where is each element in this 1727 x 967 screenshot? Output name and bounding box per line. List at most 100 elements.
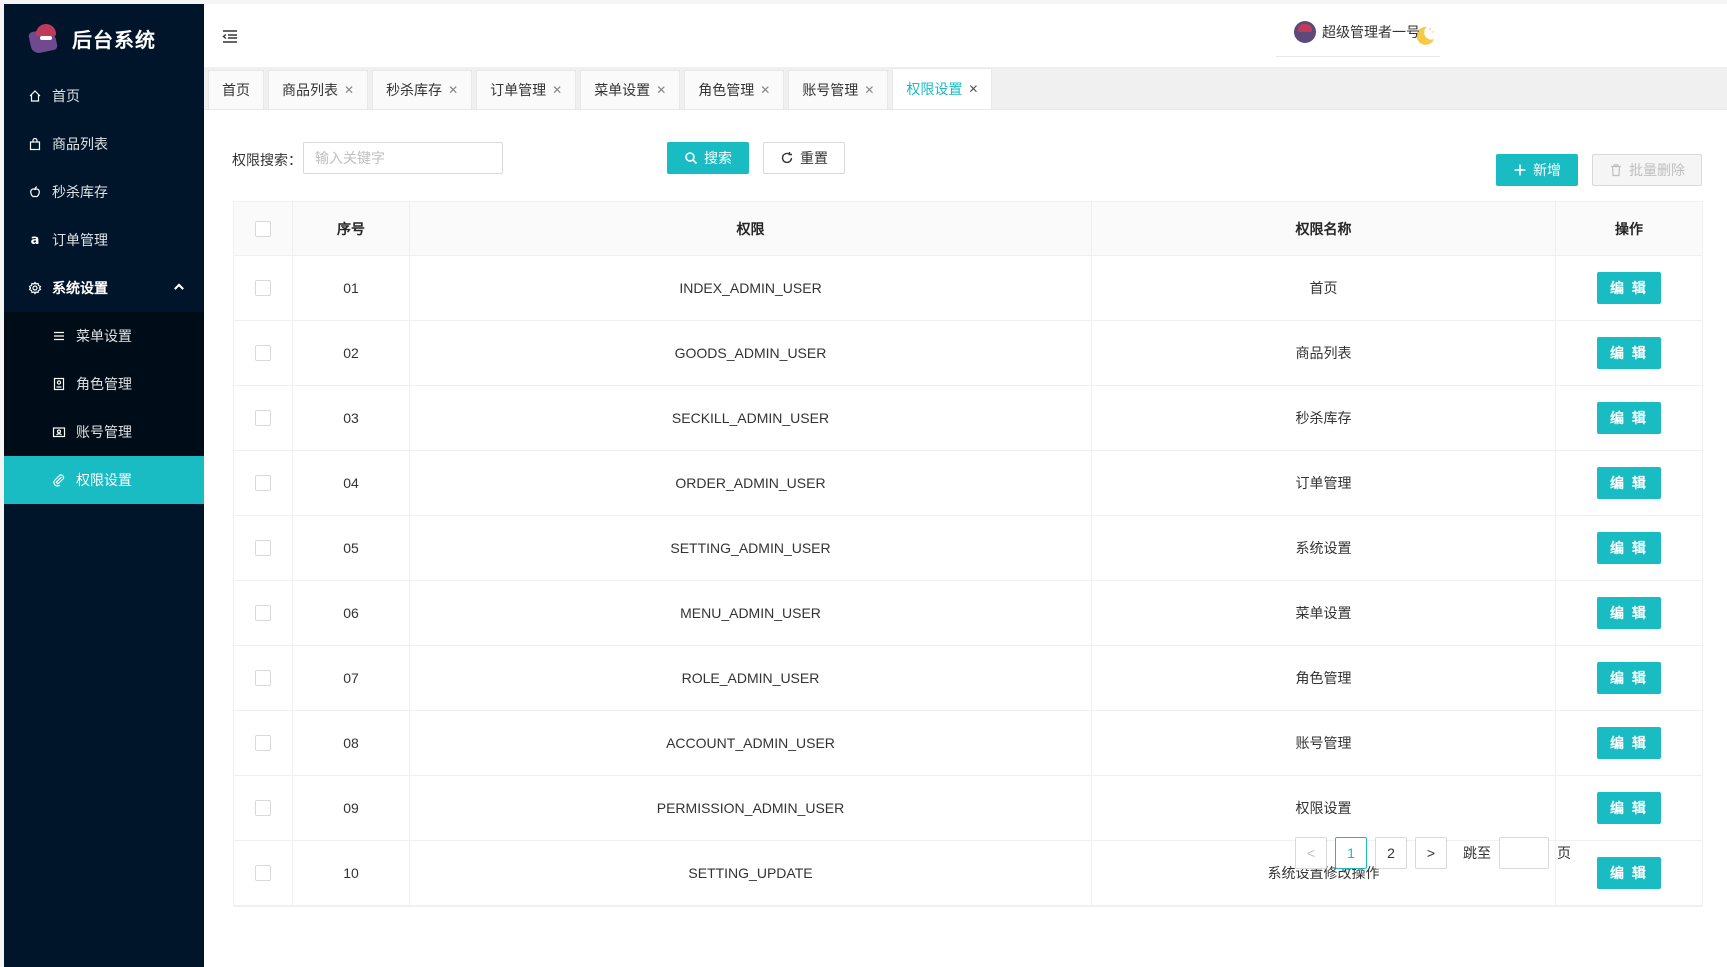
action-cell: 编 辑: [1556, 776, 1702, 840]
edit-button[interactable]: 编 辑: [1597, 597, 1661, 629]
row-checkbox[interactable]: [255, 800, 271, 816]
tab-menu-settings[interactable]: 菜单设置 ✕: [580, 70, 681, 109]
page-1-button[interactable]: 1: [1335, 837, 1367, 869]
row-checkbox-cell: [234, 516, 293, 580]
permission-name: 秒杀库存: [1092, 386, 1556, 450]
sidebar-item-accounts[interactable]: 账号管理: [4, 408, 204, 456]
edit-button[interactable]: 编 辑: [1597, 467, 1661, 499]
sidebar-item-goods[interactable]: 商品列表: [4, 120, 204, 168]
row-checkbox[interactable]: [255, 540, 271, 556]
close-icon[interactable]: ✕: [448, 83, 458, 97]
sidebar-item-label: 首页: [52, 89, 80, 105]
sidebar-item-label: 权限设置: [76, 473, 132, 489]
tab-accounts[interactable]: 账号管理 ✕: [788, 70, 889, 109]
tab-orders[interactable]: 订单管理 ✕: [476, 70, 577, 109]
sidebar: 后台系统 首页 商品列表 秒杀库存 a 订单管理 系统设置 菜单设置 角色管理 …: [4, 4, 204, 967]
table-row: 01 INDEX_ADMIN_USER 首页 编 辑: [234, 256, 1702, 321]
close-icon[interactable]: ✕: [656, 83, 666, 97]
app-title: 后台系统: [72, 27, 156, 52]
row-checkbox[interactable]: [255, 345, 271, 361]
add-button[interactable]: 新增: [1496, 154, 1578, 186]
row-checkbox-cell: [234, 581, 293, 645]
close-icon[interactable]: ✕: [864, 83, 874, 97]
action-cell: 编 辑: [1556, 711, 1702, 775]
tab-permissions[interactable]: 权限设置 ✕: [892, 68, 993, 109]
sidebar-item-label: 商品列表: [52, 137, 108, 153]
edit-button[interactable]: 编 辑: [1597, 532, 1661, 564]
tab-goods[interactable]: 商品列表 ✕: [268, 70, 369, 109]
row-number: 04: [293, 451, 410, 515]
list-icon: [52, 329, 66, 343]
sidebar-item-roles[interactable]: 角色管理: [4, 360, 204, 408]
permission-name: 商品列表: [1092, 321, 1556, 385]
sidebar-item-seckill[interactable]: 秒杀库存: [4, 168, 204, 216]
search-button[interactable]: 搜索: [667, 142, 749, 174]
row-checkbox[interactable]: [255, 865, 271, 881]
row-number: 03: [293, 386, 410, 450]
search-label: 权限搜索：: [232, 153, 302, 169]
table-row: 08 ACCOUNT_ADMIN_USER 账号管理 编 辑: [234, 711, 1702, 776]
close-icon[interactable]: ✕: [760, 83, 770, 97]
sidebar-item-permissions[interactable]: 权限设置: [4, 456, 204, 504]
user-menu[interactable]: 超级管理者一号: [1276, 18, 1438, 46]
settings-submenu: 菜单设置 角色管理 账号管理 权限设置: [4, 312, 204, 504]
jump-label: 跳至: [1463, 845, 1491, 861]
close-icon[interactable]: ✕: [344, 83, 354, 97]
jump-page-input[interactable]: [1499, 837, 1549, 869]
edit-button[interactable]: 编 辑: [1597, 272, 1661, 304]
row-checkbox[interactable]: [255, 410, 271, 426]
sidebar-item-settings[interactable]: 系统设置: [4, 264, 204, 312]
sidebar-item-home[interactable]: 首页: [4, 72, 204, 120]
tab-seckill[interactable]: 秒杀库存 ✕: [372, 70, 473, 109]
close-icon[interactable]: ✕: [552, 83, 562, 97]
row-number: 10: [293, 841, 410, 905]
apple-icon: [28, 185, 42, 199]
sidebar-item-label: 角色管理: [76, 377, 132, 393]
sidebar-item-label: 系统设置: [52, 281, 108, 297]
reload-icon: [780, 151, 794, 165]
row-checkbox[interactable]: [255, 670, 271, 686]
edit-button[interactable]: 编 辑: [1597, 857, 1661, 889]
sidebar-item-menu-settings[interactable]: 菜单设置: [4, 312, 204, 360]
menu-fold-icon[interactable]: [220, 26, 240, 46]
row-checkbox-cell: [234, 841, 293, 905]
logo-icon: [27, 22, 60, 55]
logo[interactable]: 后台系统: [4, 4, 204, 72]
tab-label: 账号管理: [802, 83, 859, 99]
edit-button[interactable]: 编 辑: [1597, 662, 1661, 694]
tab-home[interactable]: 首页: [208, 70, 264, 109]
permission-code: ACCOUNT_ADMIN_USER: [410, 711, 1092, 775]
row-number: 01: [293, 256, 410, 320]
row-checkbox[interactable]: [255, 735, 271, 751]
prev-page-button[interactable]: <: [1295, 837, 1327, 869]
row-number: 05: [293, 516, 410, 580]
row-checkbox[interactable]: [255, 475, 271, 491]
sidebar-item-orders[interactable]: a 订单管理: [4, 216, 204, 264]
gear-icon: [28, 281, 42, 295]
edit-button[interactable]: 编 辑: [1597, 337, 1661, 369]
edit-button[interactable]: 编 辑: [1597, 792, 1661, 824]
page-2-button[interactable]: 2: [1375, 837, 1407, 869]
reset-button[interactable]: 重置: [763, 142, 845, 174]
select-all-checkbox[interactable]: [255, 220, 271, 237]
row-checkbox[interactable]: [255, 280, 271, 296]
next-page-button[interactable]: >: [1415, 837, 1447, 869]
close-icon[interactable]: ✕: [968, 82, 978, 96]
batch-delete-button[interactable]: 批量删除: [1592, 154, 1702, 186]
table-row: 06 MENU_ADMIN_USER 菜单设置 编 辑: [234, 581, 1702, 646]
edit-button[interactable]: 编 辑: [1597, 727, 1661, 759]
permission-code: ORDER_ADMIN_USER: [410, 451, 1092, 515]
tab-label: 菜单设置: [594, 83, 651, 99]
permission-code: GOODS_ADMIN_USER: [410, 321, 1092, 385]
pagination: < 1 2 > 跳至 页: [1295, 837, 1579, 869]
edit-button[interactable]: 编 辑: [1597, 402, 1661, 434]
permission-code: PERMISSION_ADMIN_USER: [410, 776, 1092, 840]
table-row: 09 PERMISSION_ADMIN_USER 权限设置 编 辑: [234, 776, 1702, 841]
tab-label: 秒杀库存: [386, 83, 443, 99]
search-icon: [684, 151, 698, 165]
row-checkbox[interactable]: [255, 605, 271, 621]
amazon-icon: a: [30, 232, 40, 248]
tab-roles[interactable]: 角色管理 ✕: [684, 70, 785, 109]
row-number: 08: [293, 711, 410, 775]
search-input[interactable]: [303, 142, 503, 174]
